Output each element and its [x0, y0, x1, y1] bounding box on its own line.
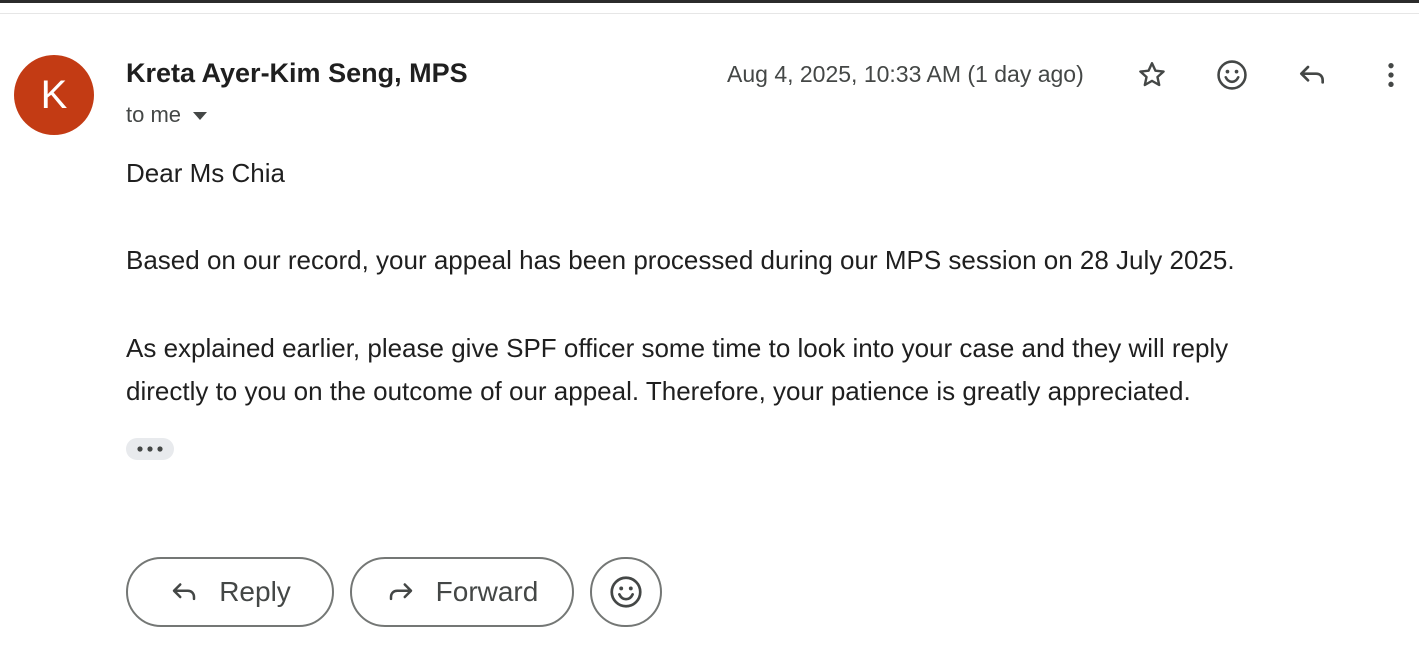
chevron-down-icon[interactable] — [193, 112, 208, 120]
top-divider — [0, 0, 1419, 3]
recipient-label: to me — [126, 102, 182, 127]
avatar-letter: K — [40, 72, 68, 117]
message-greeting: Dear Ms Chia — [126, 158, 285, 188]
email-message-view: K Kreta Ayer-Kim Seng, MPS to me Aug 4, … — [0, 0, 1419, 653]
message-paragraph-2-line-2: directly to you on the outcome of our ap… — [126, 376, 1191, 406]
ellipsis-icon — [137, 446, 163, 452]
forward-button[interactable]: Forward — [350, 557, 574, 627]
emoji-reaction-icon[interactable] — [1212, 55, 1252, 95]
reply-button[interactable]: Reply — [126, 557, 334, 627]
emoji-icon — [610, 576, 642, 608]
reply-button-label: Reply — [219, 576, 291, 607]
forward-icon — [389, 583, 412, 601]
more-vert-icon[interactable] — [1371, 55, 1411, 95]
star-icon[interactable] — [1132, 55, 1172, 95]
message-timestamp: Aug 4, 2025, 10:33 AM (1 day ago) — [727, 61, 1084, 87]
forward-button-label: Forward — [435, 576, 539, 607]
show-trimmed-content-button[interactable] — [126, 438, 174, 460]
header-divider — [0, 13, 1419, 14]
sender-name[interactable]: Kreta Ayer-Kim Seng, MPS — [126, 58, 468, 89]
avatar[interactable]: K — [14, 55, 94, 135]
recipient-details-toggle[interactable]: to me — [126, 102, 208, 128]
reply-icon — [172, 583, 196, 601]
message-paragraph-1: Based on our record, your appeal has bee… — [126, 245, 1235, 275]
reply-icon[interactable] — [1292, 55, 1332, 95]
emoji-reaction-button[interactable] — [590, 557, 662, 627]
message-paragraph-2-line-1: As explained earlier, please give SPF of… — [126, 333, 1229, 363]
